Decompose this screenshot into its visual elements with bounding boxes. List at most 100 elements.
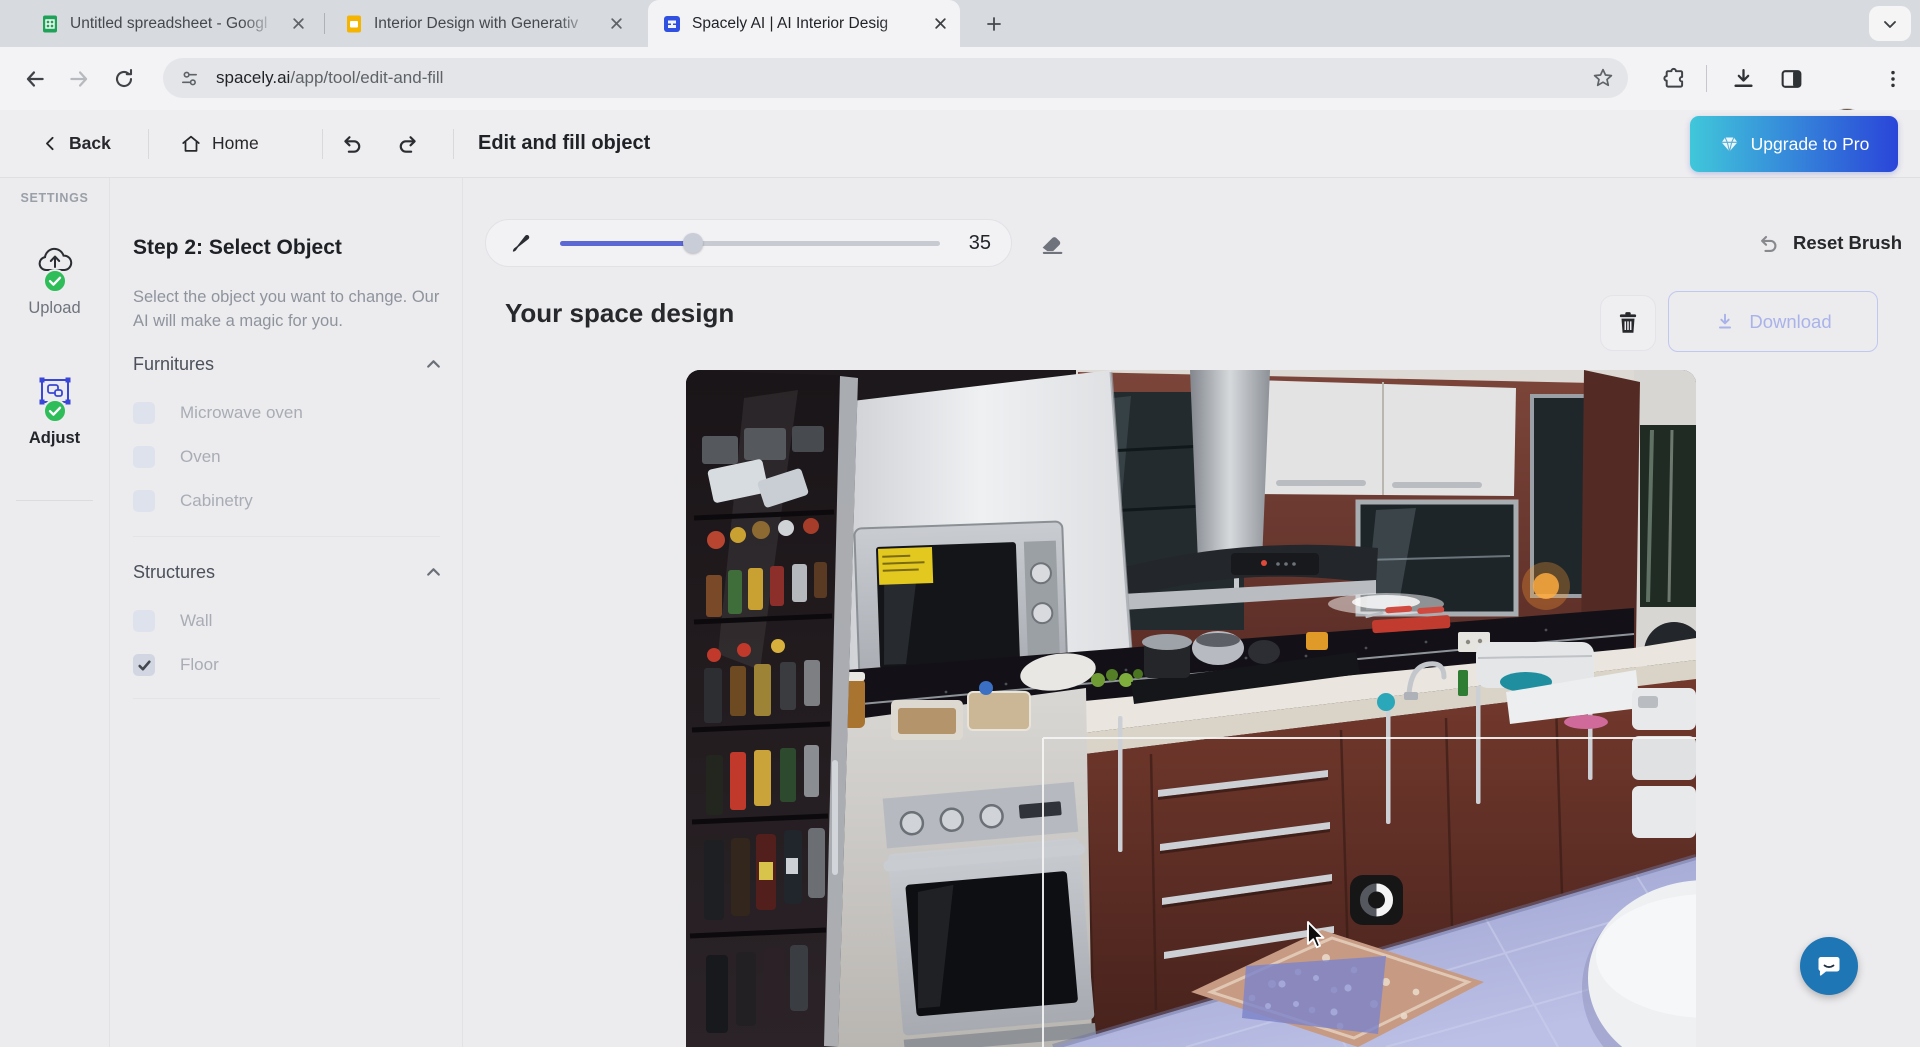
tab-close-icon[interactable] bbox=[286, 12, 310, 36]
tab-close-icon[interactable] bbox=[604, 12, 628, 36]
browser-toolbar: spacely.ai/app/tool/edit-and-fill bbox=[0, 47, 1920, 110]
section-title: Structures bbox=[133, 562, 215, 583]
app-header: Back Home Edit and fill object Upgrade t… bbox=[0, 110, 1920, 178]
spacely-icon bbox=[662, 14, 682, 34]
rail-step-label: Upload bbox=[28, 299, 80, 318]
checkbox-label: Cabinetry bbox=[180, 491, 253, 511]
extensions-icon[interactable] bbox=[1662, 66, 1687, 91]
checkbox-row-cabinetry[interactable]: Cabinetry bbox=[133, 488, 253, 514]
select-object-panel: Step 2: Select Object Select the object … bbox=[111, 178, 463, 1047]
side-panel-icon[interactable] bbox=[1779, 66, 1804, 91]
undo-icon bbox=[338, 131, 364, 157]
design-image[interactable] bbox=[686, 370, 1696, 1047]
google-sheets-icon bbox=[40, 14, 60, 34]
redo-button[interactable] bbox=[396, 110, 422, 177]
screen: Untitled spreadsheet - Googl Interior De… bbox=[0, 0, 1920, 1047]
delete-design-button[interactable] bbox=[1600, 295, 1656, 351]
brush-size-slider[interactable] bbox=[560, 233, 940, 253]
checkbox-label: Floor bbox=[180, 655, 219, 675]
brush-cursor bbox=[1350, 875, 1403, 925]
rail-step-upload[interactable]: Upload bbox=[0, 246, 109, 318]
redo-icon bbox=[396, 131, 422, 157]
home-icon bbox=[180, 133, 202, 155]
eraser-button[interactable] bbox=[1038, 229, 1068, 259]
bookmark-star-icon[interactable] bbox=[1591, 66, 1615, 95]
tab-title: Interior Design with Generativ bbox=[374, 15, 598, 33]
step-title: Step 2: Select Object bbox=[133, 236, 342, 260]
tab-search-button[interactable] bbox=[1869, 6, 1911, 41]
tab-title: Spacely AI | AI Interior Desig bbox=[692, 15, 922, 33]
reset-brush-label: Reset Brush bbox=[1793, 232, 1902, 254]
checkbox[interactable] bbox=[133, 610, 155, 632]
checkbox[interactable] bbox=[133, 490, 155, 512]
checkbox-row-wall[interactable]: Wall bbox=[133, 608, 212, 634]
site-settings-icon[interactable] bbox=[179, 68, 200, 89]
upgrade-label: Upgrade to Pro bbox=[1751, 134, 1870, 155]
tab-title: Untitled spreadsheet - Googl bbox=[70, 15, 280, 33]
toolbar-divider bbox=[1706, 65, 1707, 92]
header-divider bbox=[453, 129, 454, 159]
checkbox[interactable] bbox=[133, 446, 155, 468]
browser-menu-icon[interactable] bbox=[1882, 68, 1904, 90]
chevron-up-icon bbox=[425, 564, 442, 581]
home-button[interactable]: Home bbox=[180, 110, 259, 177]
brush-slider-fill bbox=[560, 241, 693, 246]
browser-tab-slides[interactable]: Interior Design with Generativ bbox=[330, 0, 636, 47]
upgrade-to-pro-button[interactable]: Upgrade to Pro bbox=[1690, 116, 1898, 172]
download-icon bbox=[1714, 311, 1736, 333]
brush-size-value: 35 bbox=[969, 232, 991, 255]
home-label: Home bbox=[212, 133, 259, 154]
browser-reload-button[interactable] bbox=[112, 67, 136, 91]
url-text: spacely.ai/app/tool/edit-and-fill bbox=[216, 68, 443, 88]
back-button[interactable]: Back bbox=[42, 110, 111, 177]
settings-label: SETTINGS bbox=[0, 191, 109, 205]
check-circle-icon bbox=[43, 269, 67, 293]
google-slides-icon bbox=[344, 14, 364, 34]
tab-separator bbox=[324, 13, 325, 34]
header-divider bbox=[148, 129, 149, 159]
browser-tab-strip: Untitled spreadsheet - Googl Interior De… bbox=[0, 0, 1920, 47]
step-description: Select the object you want to change. Ou… bbox=[133, 286, 451, 334]
download-button[interactable]: Download bbox=[1668, 291, 1878, 352]
url-bar[interactable]: spacely.ai/app/tool/edit-and-fill bbox=[163, 58, 1628, 98]
checkbox-label: Microwave oven bbox=[180, 403, 303, 423]
checkbox-row-microwave-oven[interactable]: Microwave oven bbox=[133, 400, 303, 426]
checkbox-row-floor[interactable]: Floor bbox=[133, 652, 219, 678]
checkbox-label: Wall bbox=[180, 611, 212, 631]
browser-tab-spacely[interactable]: Spacely AI | AI Interior Desig bbox=[648, 0, 960, 47]
rail-step-label: Adjust bbox=[29, 429, 80, 448]
trash-icon bbox=[1615, 310, 1641, 336]
download-label: Download bbox=[1749, 311, 1831, 333]
undo-button[interactable] bbox=[338, 110, 364, 177]
space-design-heading: Your space design bbox=[505, 298, 734, 329]
rail-step-adjust[interactable]: Adjust bbox=[0, 376, 109, 448]
checkbox-row-oven[interactable]: Oven bbox=[133, 444, 221, 470]
rail-divider bbox=[16, 500, 93, 501]
checkbox[interactable] bbox=[133, 402, 155, 424]
browser-tab-spreadsheet[interactable]: Untitled spreadsheet - Googl bbox=[26, 0, 318, 47]
settings-rail: SETTINGS Upload Adjust bbox=[0, 178, 110, 1047]
section-title: Furnitures bbox=[133, 354, 214, 375]
chevron-up-icon bbox=[425, 356, 442, 373]
main-content: 35 Reset Brush Your space design Downloa… bbox=[464, 178, 1920, 1047]
panel-divider bbox=[133, 536, 440, 537]
brush-toolbar: 35 bbox=[485, 219, 1012, 267]
panel-divider bbox=[133, 698, 440, 699]
header-divider bbox=[322, 129, 323, 159]
browser-back-button[interactable] bbox=[22, 66, 48, 92]
chat-widget-button[interactable] bbox=[1800, 937, 1858, 995]
downloads-icon[interactable] bbox=[1731, 66, 1756, 91]
section-header-furnitures[interactable]: Furnitures bbox=[133, 354, 442, 375]
checkbox-label: Oven bbox=[180, 447, 221, 467]
reset-brush-button[interactable]: Reset Brush bbox=[1755, 219, 1902, 267]
new-tab-button[interactable] bbox=[980, 10, 1008, 38]
tab-close-icon[interactable] bbox=[928, 12, 952, 36]
chat-bubble-icon bbox=[1815, 952, 1843, 980]
section-header-structures[interactable]: Structures bbox=[133, 562, 442, 583]
brush-slider-handle[interactable] bbox=[683, 233, 703, 253]
gem-icon bbox=[1719, 134, 1740, 155]
checkbox[interactable] bbox=[133, 654, 155, 676]
browser-forward-button[interactable] bbox=[66, 66, 92, 92]
kitchen-photo bbox=[686, 370, 1696, 1047]
reset-icon bbox=[1755, 231, 1780, 256]
